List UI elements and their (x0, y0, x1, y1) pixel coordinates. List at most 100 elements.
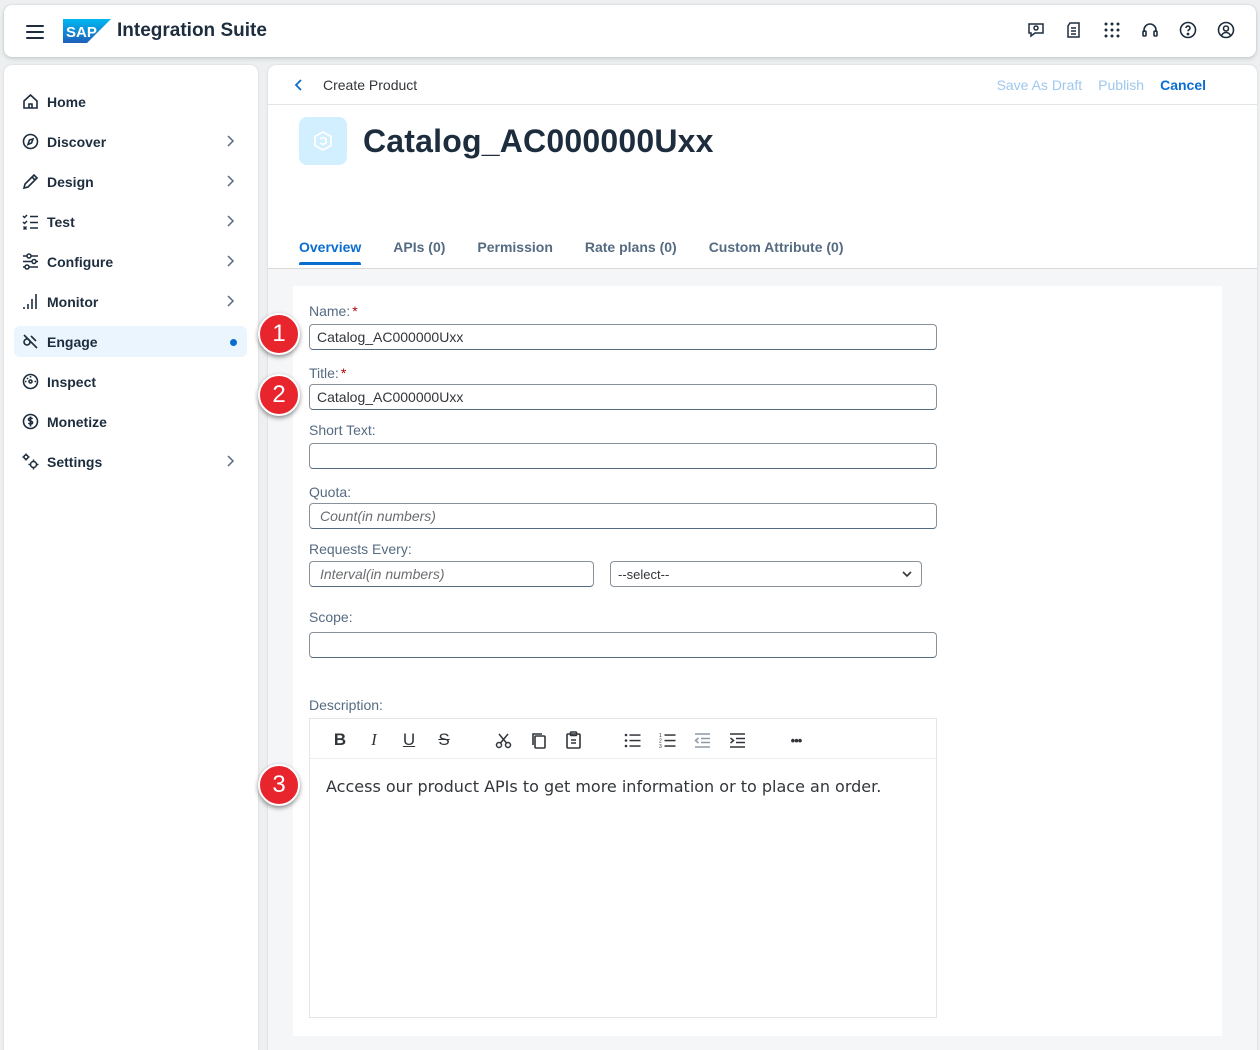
nav-item-monetize[interactable]: Monetize (14, 406, 247, 437)
dollar-icon (21, 413, 39, 431)
nav-label: Test (47, 213, 75, 230)
paste-icon[interactable] (562, 729, 584, 751)
short-text-label: Short Text: (309, 422, 376, 438)
engage-icon (21, 333, 39, 351)
home-icon (21, 93, 39, 111)
title-input[interactable]: Catalog_AC000000Uxx (309, 384, 937, 410)
grid-icon[interactable] (1102, 19, 1122, 41)
nav-label: Configure (47, 253, 114, 270)
name-input[interactable]: Catalog_AC000000Uxx (309, 324, 937, 350)
requests-every-label: Requests Every: (309, 541, 412, 557)
required-mark: * (340, 365, 347, 381)
nav-item-settings[interactable]: Settings (14, 446, 247, 477)
overview-form: Name: * Catalog_AC000000Uxx Title: * Catal… (293, 286, 1222, 1036)
compass-icon (21, 133, 39, 151)
nav-item-test[interactable]: Test (14, 206, 247, 237)
short-text-input[interactable] (309, 443, 937, 469)
bullet-list-icon[interactable] (621, 729, 643, 751)
chat-icon[interactable] (1026, 19, 1046, 41)
page-title: Catalog_AC000000Uxx (363, 123, 714, 159)
cut-icon[interactable] (492, 729, 514, 751)
breadcrumb-title: Create Product (323, 77, 418, 93)
notes-icon[interactable] (1064, 19, 1084, 41)
more-options-icon[interactable]: ••• (785, 729, 807, 751)
quota-input[interactable]: Count(in numbers) (309, 503, 937, 529)
chevron-down-icon (902, 571, 912, 578)
publish-button[interactable]: Publish (1098, 77, 1144, 93)
indent-icon[interactable] (726, 729, 748, 751)
scope-input[interactable] (309, 632, 937, 658)
tab-overview[interactable]: Overview (299, 239, 362, 265)
select-value: --select-- (618, 567, 670, 582)
chevron-right-icon (227, 455, 235, 467)
page-toolbar: Create Product Save As Draft Publish Can… (268, 65, 1257, 105)
copy-icon[interactable] (527, 729, 549, 751)
nav-label: Inspect (47, 373, 97, 390)
interval-unit-select[interactable]: --select-- (610, 561, 922, 587)
nav-label: Discover (47, 133, 107, 150)
product-icon (299, 117, 347, 165)
nav-item-home[interactable]: Home (14, 86, 247, 117)
name-label: Name: * (309, 303, 358, 319)
sap-logo[interactable]: SAP (63, 19, 111, 43)
nav-label: Home (47, 93, 86, 110)
quota-label: Quota: (309, 484, 352, 500)
tab-permission[interactable]: Permission (477, 239, 552, 265)
description-label: Description: (309, 697, 383, 713)
content-area: Name: * Catalog_AC000000Uxx Title: * Catal… (268, 268, 1257, 1050)
nav-item-discover[interactable]: Discover (14, 126, 247, 157)
description-editor[interactable]: B I U S 1 2 3 ••• Access our product API… (309, 718, 937, 1018)
bar-chart-icon (21, 293, 39, 311)
tab-apis[interactable]: APIs (0) (393, 239, 445, 265)
gears-icon (21, 453, 39, 471)
nav-label: Monitor (47, 293, 99, 310)
nav-item-design[interactable]: Design (14, 166, 247, 197)
chevron-right-icon (227, 255, 235, 267)
selected-indicator (230, 339, 237, 346)
inspect-icon (21, 373, 39, 391)
save-as-draft-button[interactable]: Save As Draft (997, 77, 1083, 93)
bold-button[interactable]: B (329, 729, 351, 751)
chevron-right-icon (227, 295, 235, 307)
description-text[interactable]: Access our product APIs to get more info… (326, 777, 881, 796)
chevron-right-icon (227, 135, 235, 147)
scope-label: Scope: (309, 609, 353, 625)
pencil-icon (21, 173, 39, 191)
editor-toolbar: B I U S 1 2 3 ••• (310, 719, 936, 759)
help-icon[interactable] (1178, 19, 1198, 41)
nav-label: Design (47, 173, 94, 190)
nav-item-configure[interactable]: Configure (14, 246, 247, 277)
nav-label: Monetize (47, 413, 107, 430)
nav-label: Engage (47, 333, 98, 350)
nav-item-engage[interactable]: Engage (14, 326, 247, 357)
callout-badge-3: 3 (258, 764, 300, 806)
user-icon[interactable] (1216, 19, 1236, 41)
nav-item-inspect[interactable]: Inspect (14, 366, 247, 397)
main-panel: Create Product Save As Draft Publish Can… (268, 65, 1257, 1050)
interval-input[interactable]: Interval(in numbers) (309, 561, 594, 587)
svg-text:3: 3 (659, 744, 662, 749)
checklist-icon (21, 213, 39, 231)
sliders-icon (21, 253, 39, 271)
side-navigation: Home Discover Design Test Configure Moni… (4, 65, 258, 1050)
required-mark: * (352, 303, 358, 319)
underline-button[interactable]: U (398, 729, 420, 751)
back-chevron-icon[interactable] (292, 77, 306, 93)
cancel-button[interactable]: Cancel (1160, 77, 1206, 93)
chevron-right-icon (227, 175, 235, 187)
title-label: Title: * (309, 365, 347, 381)
nav-label: Settings (47, 453, 103, 470)
outdent-icon[interactable] (691, 729, 713, 751)
tab-rate-plans[interactable]: Rate plans (0) (585, 239, 677, 265)
nav-item-monitor[interactable]: Monitor (14, 286, 247, 317)
numbered-list-icon[interactable]: 123 (656, 729, 678, 751)
tab-bar: Overview APIs (0) Permission Rate plans … (299, 239, 844, 265)
shell-bar: SAP Integration Suite (4, 5, 1256, 57)
strikethrough-button[interactable]: S (433, 729, 455, 751)
headset-icon[interactable] (1140, 19, 1160, 41)
tab-custom-attribute[interactable]: Custom Attribute (0) (709, 239, 844, 265)
italic-button[interactable]: I (363, 729, 385, 751)
menu-icon[interactable] (26, 21, 44, 41)
callout-badge-2: 2 (258, 374, 300, 416)
product-name[interactable]: Integration Suite (117, 20, 267, 42)
